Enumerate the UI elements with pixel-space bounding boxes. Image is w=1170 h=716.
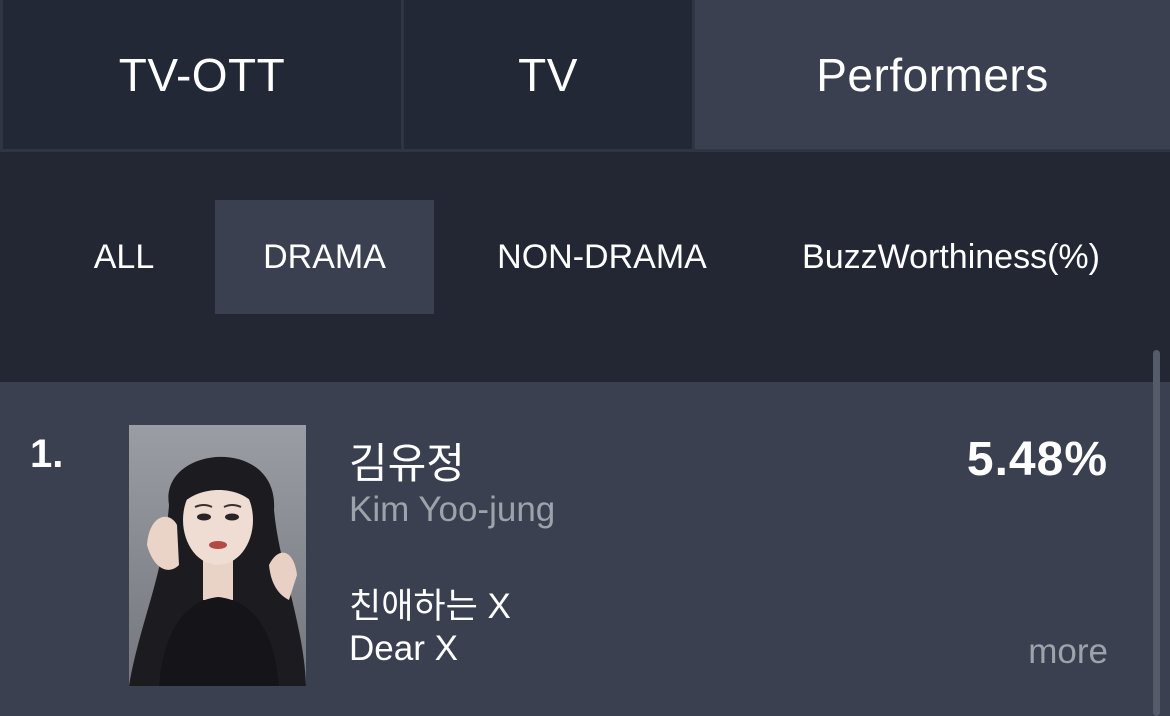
subtab-drama[interactable]: DRAMA xyxy=(215,200,434,314)
category-tab-bar: ALL DRAMA NON-DRAMA BuzzWorthiness(%) xyxy=(0,152,1170,382)
tab-tv[interactable]: TV xyxy=(404,0,695,149)
subtab-all[interactable]: ALL xyxy=(70,200,178,314)
vertical-scrollbar[interactable] xyxy=(1153,350,1160,716)
tab-tv-ott[interactable]: TV-OTT xyxy=(0,0,404,149)
more-link[interactable]: more xyxy=(1028,632,1108,672)
show-title-english: Dear X xyxy=(349,629,458,668)
performers-ranking-page: TV-OTT TV Performers ALL DRAMA NON-DRAMA… xyxy=(0,0,1170,716)
top-tab-bar: TV-OTT TV Performers xyxy=(0,0,1170,152)
show-title-korean: 친애하는 X xyxy=(349,587,511,626)
rank-number: 1. xyxy=(30,432,64,476)
performer-name-english: Kim Yoo-jung xyxy=(349,490,556,529)
subtab-buzzworthiness[interactable]: BuzzWorthiness(%) xyxy=(770,200,1132,314)
ranking-item[interactable]: 1. 김유정 Kim Yoo-jung 친애하는 X Dear X 5.48% … xyxy=(0,382,1170,716)
subtab-non-drama[interactable]: NON-DRAMA xyxy=(470,200,734,314)
tab-performers[interactable]: Performers xyxy=(695,0,1170,149)
performer-photo xyxy=(129,425,306,686)
buzzworthiness-percent: 5.48% xyxy=(966,433,1108,486)
performer-name-korean: 김유정 xyxy=(349,440,465,487)
